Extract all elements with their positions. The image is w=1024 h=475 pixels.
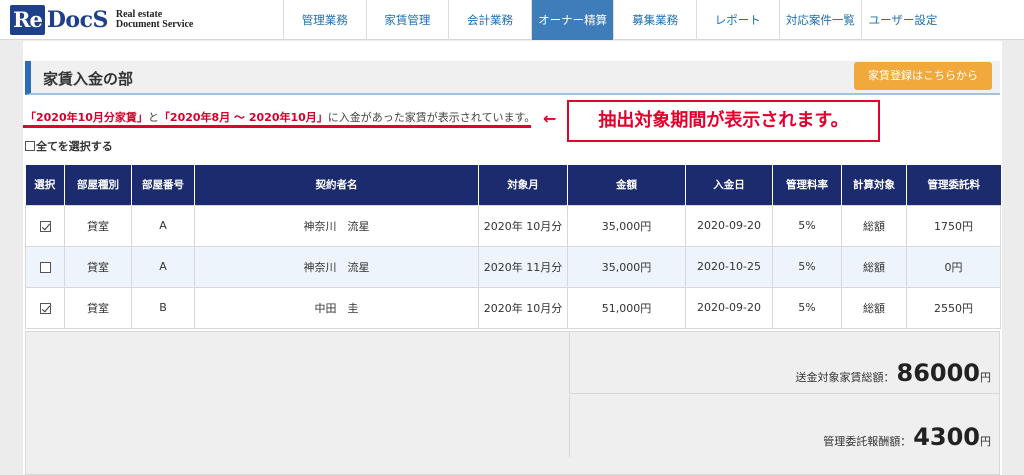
th-select: 選択: [25, 165, 65, 205]
cell-target-month: 2020年 10月分: [478, 286, 568, 329]
cell-basis: 総額: [841, 286, 907, 329]
annotation-callout: 抽出対象期間が表示されます。: [567, 100, 880, 142]
cell-fee-rate: 5%: [772, 245, 842, 288]
select-all-label: 全てを選択する: [36, 140, 113, 153]
cell-target-month: 2020年 10月分: [478, 204, 568, 247]
cell-fee: 2550円: [906, 286, 1001, 329]
select-all-checkbox[interactable]: 全てを選択する: [25, 138, 113, 154]
cell-basis: 総額: [841, 245, 907, 288]
left-arrow-icon: ←: [543, 109, 557, 128]
table-row: 貸室 B 中田 圭 2020年 10月分 51,000円 2020-09-20 …: [25, 286, 1001, 329]
th-basis: 計算対象: [841, 165, 907, 205]
app-header: Re DocS Real estate Document Service 管理業…: [0, 0, 1024, 40]
cell-fee-rate: 5%: [772, 286, 842, 329]
cell-payment-date: 2020-09-20: [685, 204, 773, 247]
notice-red-underline: [23, 125, 531, 128]
period-notice: 「2020年10月分家賃」と「2020年8月 ～ 2020年10月」に入金があっ…: [25, 109, 535, 125]
notice-and: と: [147, 111, 159, 124]
cell-room-type: 貸室: [64, 286, 132, 329]
notice-target-month: 「2020年10月分家賃」: [25, 111, 148, 124]
rent-total-box: 送金対象家賃総額：86000円: [569, 332, 999, 394]
cell-room-number: A: [131, 245, 195, 288]
cell-contractor: 神奈川 流星: [194, 204, 479, 247]
cell-target-month: 2020年 11月分: [478, 245, 568, 288]
table-header-row: 選択 部屋種別 部屋番号 契約者名 対象月 金額 入金日 管理料率 計算対象 管…: [25, 165, 1001, 205]
rent-table: 選択 部屋種別 部屋番号 契約者名 対象月 金額 入金日 管理料率 計算対象 管…: [25, 165, 1001, 329]
cell-amount: 51,000円: [567, 286, 686, 329]
cell-basis: 総額: [841, 204, 907, 247]
fee-total-unit: 円: [980, 435, 991, 448]
table-row: 貸室 A 神奈川 流星 2020年 10月分 35,000円 2020-09-2…: [25, 204, 1001, 247]
table-row: 貸室 A 神奈川 流星 2020年 11月分 35,000円 2020-10-2…: [25, 245, 1001, 288]
row-select-cell: [25, 204, 65, 247]
logo-docs-text: DocS: [46, 7, 109, 33]
rent-register-button[interactable]: 家賃登録はこちらから: [854, 62, 992, 90]
notice-period: 「2020年8月 ～ 2020年10月」: [158, 111, 328, 124]
nav-report[interactable]: レポート: [695, 0, 779, 40]
nav-kanri[interactable]: 管理業務: [283, 0, 366, 40]
checkbox-icon: [25, 141, 35, 151]
th-fee-rate: 管理料率: [772, 165, 842, 205]
cell-amount: 35,000円: [567, 204, 686, 247]
row-checkbox[interactable]: [39, 302, 51, 314]
cell-room-type: 貸室: [64, 245, 132, 288]
row-checkbox[interactable]: [39, 261, 51, 273]
fee-total-box: 管理委託報酬額：4300円: [569, 395, 999, 457]
row-select-cell: [25, 286, 65, 329]
nav-owner-settlement[interactable]: オーナー精算: [530, 0, 614, 40]
th-room-number: 部屋番号: [131, 165, 195, 205]
rent-total-label: 送金対象家賃総額：: [795, 371, 895, 384]
th-payment-date: 入金日: [685, 165, 773, 205]
nav-user-settings[interactable]: ユーザー設定: [861, 0, 944, 40]
logo-re-mark: Re: [10, 5, 45, 35]
th-room-type: 部屋種別: [64, 165, 132, 205]
cell-fee-rate: 5%: [772, 204, 842, 247]
logo-subtitle-line2: Document Service: [115, 19, 194, 30]
th-contractor: 契約者名: [194, 165, 479, 205]
cell-payment-date: 2020-10-25: [685, 245, 773, 288]
main-panel: 家賃入金の部 家賃登録はこちらから 「2020年10月分家賃」と「2020年8月…: [23, 41, 1002, 475]
nav-boshu[interactable]: 募集業務: [613, 0, 696, 40]
row-select-cell: [25, 245, 65, 288]
nav-yachin[interactable]: 家賃管理: [365, 0, 449, 40]
cell-room-type: 貸室: [64, 204, 132, 247]
section-title: 家賃入金の部: [43, 70, 134, 88]
row-checkbox[interactable]: [39, 220, 51, 232]
rent-total-line: 送金対象家賃総額：86000円: [796, 359, 992, 387]
summary-area: 送金対象家賃総額：86000円 管理委託報酬額：4300円: [25, 331, 1000, 475]
cell-fee: 1750円: [906, 204, 1001, 247]
cell-room-number: B: [131, 286, 195, 329]
cell-contractor: 中田 圭: [194, 286, 479, 329]
main-nav: 管理業務 家賃管理 会計業務 オーナー精算 募集業務 レポート 対応案件一覧 ユ…: [283, 0, 944, 40]
fee-total-label: 管理委託報酬額：: [823, 435, 912, 448]
th-amount: 金額: [567, 165, 686, 205]
rent-total-value: 86000: [896, 359, 981, 387]
fee-total-line: 管理委託報酬額：4300円: [823, 423, 991, 451]
cell-amount: 35,000円: [567, 245, 686, 288]
cell-room-number: A: [131, 204, 195, 247]
logo-subtitle: Real estate Document Service: [116, 10, 193, 30]
rent-total-unit: 円: [980, 371, 991, 384]
cell-fee: 0円: [906, 245, 1001, 288]
fee-total-value: 4300: [913, 423, 980, 451]
notice-rest: に入金があった家賃が表示されています。: [327, 111, 536, 124]
nav-kaikei[interactable]: 会計業務: [448, 0, 531, 40]
cell-payment-date: 2020-09-20: [685, 286, 773, 329]
nav-cases[interactable]: 対応案件一覧: [778, 0, 862, 40]
cell-contractor: 神奈川 流星: [194, 245, 479, 288]
th-fee: 管理委託料: [906, 165, 1001, 205]
redocs-logo[interactable]: Re DocS Real estate Document Service: [10, 4, 193, 36]
th-target-month: 対象月: [478, 165, 568, 205]
